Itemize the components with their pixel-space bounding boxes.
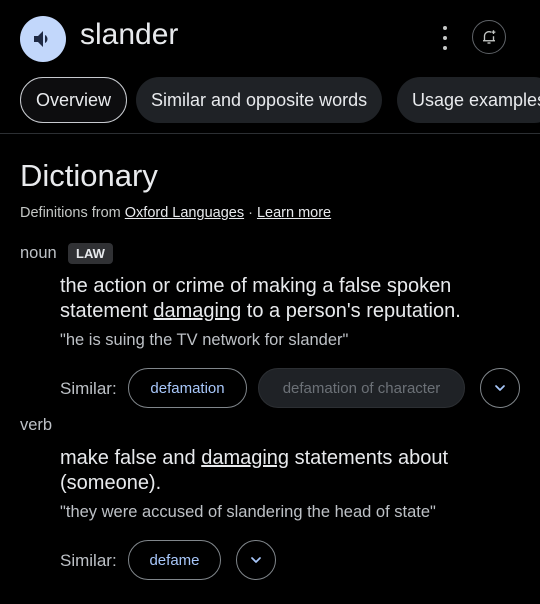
- pronunciation-button[interactable]: [20, 16, 66, 62]
- oxford-languages-link[interactable]: Oxford Languages: [125, 205, 244, 221]
- domain-label: LAW: [68, 243, 113, 264]
- tabs-divider: [0, 133, 540, 134]
- headword: slander: [80, 18, 179, 51]
- similar-chip-defamation-of-character[interactable]: defamation of character: [258, 368, 465, 408]
- source-attribution: Definitions from Oxford Languages · Lear…: [20, 205, 331, 221]
- tab-usage-examples[interactable]: Usage examples: [397, 77, 540, 123]
- alert-button[interactable]: [472, 20, 506, 54]
- tab-similar-opposite[interactable]: Similar and opposite words: [136, 77, 383, 123]
- example-noun: "he is suing the TV network for slander": [60, 331, 349, 349]
- bell-add-icon: [483, 30, 496, 44]
- learn-more-link[interactable]: Learn more: [257, 205, 331, 221]
- definition-text: make false and: [60, 447, 202, 469]
- chevron-down-icon: [495, 385, 505, 391]
- part-of-speech-noun: noun: [20, 244, 57, 262]
- similar-label: Similar:: [60, 379, 117, 398]
- definition-verb: make false and damaging statements about…: [60, 446, 500, 496]
- tab-overview[interactable]: Overview: [20, 77, 128, 123]
- similar-label: Similar:: [60, 551, 117, 570]
- expand-similar-button[interactable]: [480, 368, 520, 408]
- example-verb: "they were accused of slandering the hea…: [60, 503, 436, 521]
- similar-chip-defamation[interactable]: defamation: [128, 368, 247, 408]
- source-prefix: Definitions from: [20, 205, 125, 221]
- definition-text: to a person's reputation.: [241, 300, 461, 322]
- chevron-down-icon: [251, 557, 261, 563]
- section-heading: Dictionary: [20, 158, 158, 193]
- source-separator: ·: [244, 205, 257, 221]
- damaging-link[interactable]: damaging: [153, 300, 241, 322]
- speaker-icon: [34, 31, 48, 47]
- more-vert-icon[interactable]: [436, 24, 454, 52]
- part-of-speech-verb: verb: [20, 416, 53, 434]
- similar-chip-defame[interactable]: defame: [128, 540, 221, 580]
- definition-noun: the action or crime of making a false sp…: [60, 274, 530, 324]
- damaging-link[interactable]: damaging: [201, 447, 289, 469]
- expand-similar-button[interactable]: [236, 540, 276, 580]
